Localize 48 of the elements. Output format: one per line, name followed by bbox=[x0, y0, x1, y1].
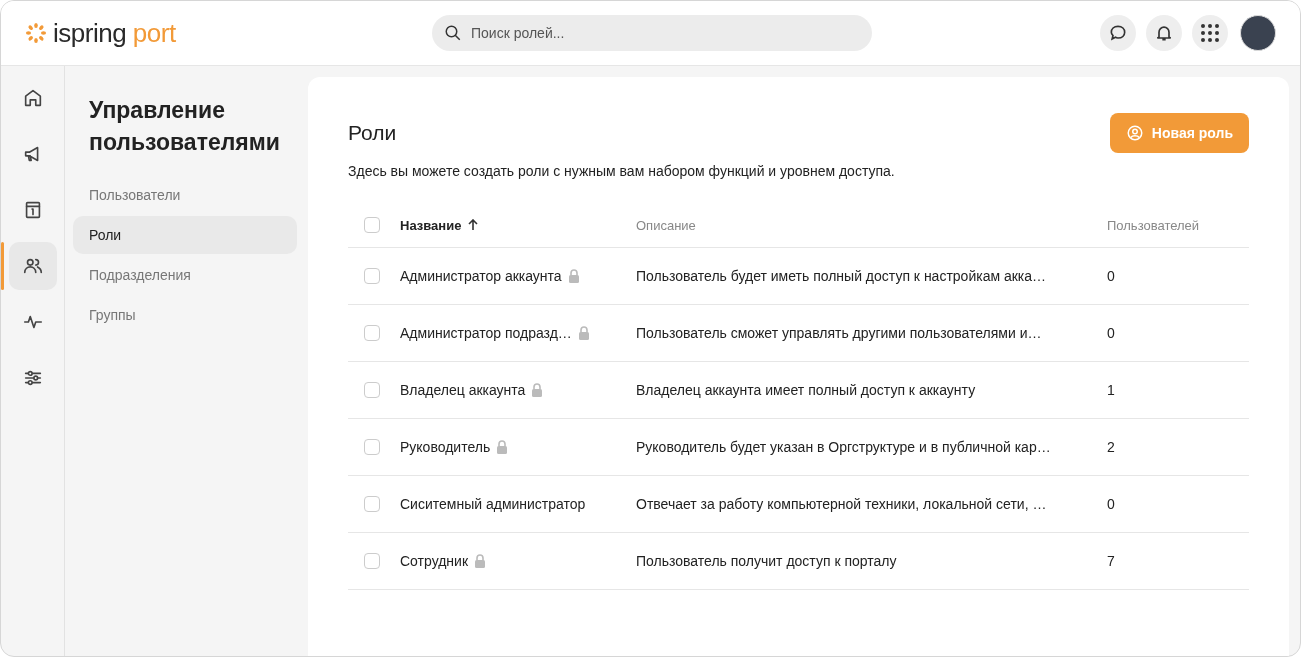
user-count: 0 bbox=[1107, 268, 1116, 284]
role-name: Сотрудник bbox=[400, 553, 468, 569]
role-description: Пользователь получит доступ к порталу bbox=[636, 553, 898, 569]
row-checkbox[interactable] bbox=[364, 382, 380, 398]
avatar[interactable] bbox=[1240, 15, 1276, 51]
role-name: Администратор подразд… bbox=[400, 325, 572, 341]
user-count: 1 bbox=[1107, 382, 1116, 398]
user-count: 2 bbox=[1107, 439, 1116, 455]
sidebar-item[interactable]: Роли bbox=[73, 216, 297, 254]
grid-icon bbox=[1201, 24, 1219, 42]
column-header[interactable]: Название bbox=[400, 217, 636, 233]
role-name: Сиситемный администратор bbox=[400, 496, 586, 512]
row-checkbox[interactable] bbox=[364, 553, 380, 569]
bell-button[interactable] bbox=[1146, 15, 1182, 51]
user-count: 0 bbox=[1107, 496, 1116, 512]
role-name: Владелец аккаунта bbox=[400, 382, 526, 398]
column-header: Пользователей bbox=[1107, 217, 1201, 233]
user-count: 0 bbox=[1107, 325, 1116, 341]
row-checkbox[interactable] bbox=[364, 268, 380, 284]
sidebar-item[interactable]: Пользователи bbox=[73, 176, 297, 214]
row-checkbox[interactable] bbox=[364, 496, 380, 512]
logo-text: ispring port bbox=[53, 17, 176, 49]
chat-button[interactable] bbox=[1100, 15, 1136, 51]
sidebar-item[interactable]: Группы bbox=[73, 296, 297, 334]
bell-icon bbox=[1154, 23, 1174, 43]
search-field[interactable]: Поиск ролей... bbox=[432, 15, 872, 51]
role-description: Пользователь сможет управлять другими пользователями и… bbox=[636, 325, 1043, 341]
section-title: Управление пользователями bbox=[89, 96, 281, 157]
column-header: Описание bbox=[636, 217, 697, 233]
page-description: Здесь вы можете создать роли с нужным вам набором функций и уровнем доступа. bbox=[348, 163, 896, 179]
user-count: 7 bbox=[1107, 553, 1116, 569]
role-description: Руководитель будет указан в Оргструктуре и в публичной кар… bbox=[636, 439, 1052, 455]
sidebar-item[interactable]: Подразделения bbox=[73, 256, 297, 294]
role-description: Владелец аккаунта имеет полный доступ к аккаунту bbox=[636, 382, 977, 398]
role-name: Руководитель bbox=[400, 439, 491, 455]
role-description: Пользователь будет иметь полный доступ к настройкам акка… bbox=[636, 268, 1048, 284]
logo-icon bbox=[25, 22, 47, 44]
apps-button[interactable] bbox=[1192, 15, 1228, 51]
new-role-button[interactable]: Новая роль bbox=[1109, 113, 1249, 153]
row-checkbox[interactable] bbox=[364, 439, 380, 455]
row-checkbox[interactable] bbox=[364, 325, 380, 341]
speech-bubble-icon bbox=[1108, 23, 1128, 43]
user-icon bbox=[1125, 124, 1144, 142]
role-description: Отвечает за работу компьютерной техники, локальной сети, … bbox=[636, 496, 1048, 512]
role-name: Администратор аккаунта bbox=[400, 268, 562, 284]
sort-arrow-icon bbox=[467, 219, 480, 231]
page-title: Роли bbox=[348, 121, 397, 145]
select-all-checkbox[interactable] bbox=[364, 217, 380, 233]
